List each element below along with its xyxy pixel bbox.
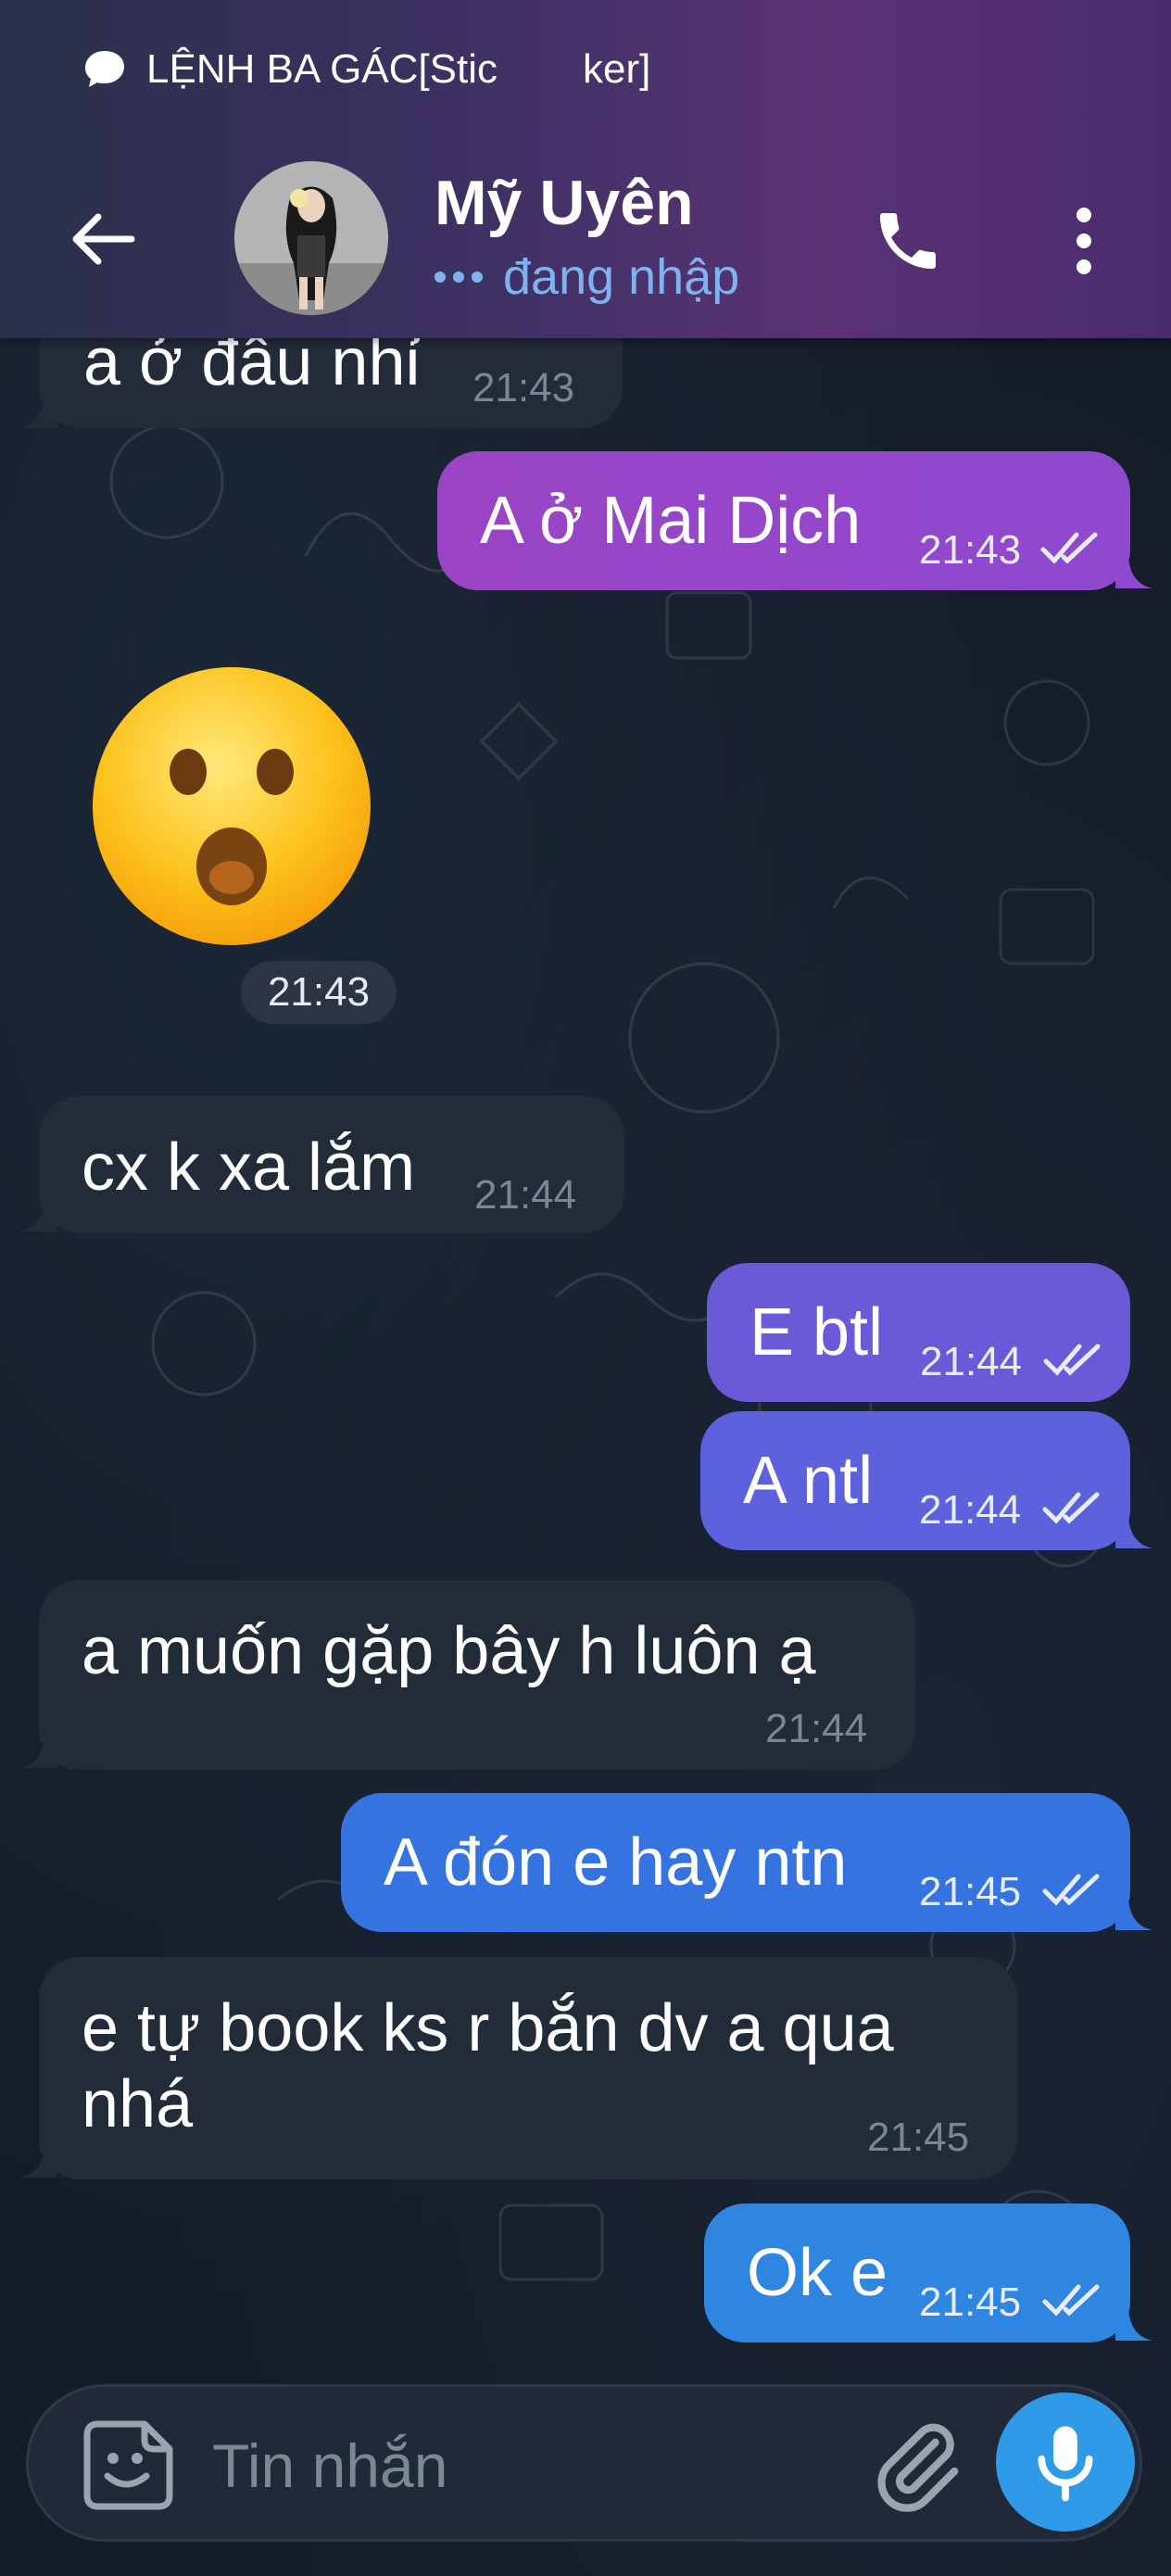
double-check-icon [1042,2284,1100,2317]
chat-header: LỆNH BA GÁC[Stic ker] Mỹ Uyên đang nhập [0,0,1171,338]
message-time: 21:44 [920,1339,1023,1384]
message-bubble-outgoing[interactable]: Ok e 21:45 [704,2203,1130,2342]
message-bubble-outgoing[interactable]: E btl 21:44 [707,1263,1130,1402]
emoji-sticker-button[interactable] [80,2417,177,2514]
notification-text-part-2: ker] [583,46,651,92]
message-bubble-incoming[interactable]: a muốn gặp bây h luôn ạ 21:44 [39,1580,915,1770]
double-check-icon [1040,532,1098,564]
message-time: 21:44 [474,1172,577,1218]
back-button[interactable] [61,202,145,276]
astonished-face-sticker[interactable] [88,663,375,950]
message-time: 21:44 [919,1487,1022,1533]
message-time: 21:44 [765,1706,868,1751]
double-check-icon [1042,1874,1100,1906]
contact-avatar[interactable] [234,161,388,315]
microphone-icon [1038,2426,1093,2502]
message-text-line-2: nhá [82,2067,194,2141]
message-text: a muốn gặp bây h luôn ạ [82,1614,816,1688]
bubble-tail [1115,2305,1152,2341]
bubble-tail [20,2142,57,2178]
chat-bubble-icon [85,51,124,87]
contact-status-text: đang nhập [503,249,740,305]
status-bar-notification: LỆNH BA GÁC[Stic ker] [82,37,650,102]
more-menu-button[interactable] [1047,195,1121,287]
double-check-icon [1043,1344,1101,1376]
message-bubble-incoming[interactable]: cx k xa lắm 21:44 [39,1096,624,1233]
notification-text-part-1: LỆNH BA GÁC[Stic [146,46,498,92]
double-check-icon [1042,1492,1100,1524]
avatar-photo [234,161,388,315]
phone-icon [880,213,936,269]
message-bubble-outgoing[interactable]: A ở Mai Dịch 21:43 [437,451,1130,590]
message-text-line-1: e tự book ks r bắn dv a qua [82,1991,894,2065]
bubble-tail [20,1733,57,1768]
contact-name[interactable]: Mỹ Uyên [434,167,694,239]
typing-dots-icon [434,271,483,283]
bubble-tail [1115,1895,1152,1930]
voice-record-button[interactable] [996,2393,1135,2532]
paperclip-icon [877,2423,959,2512]
call-button[interactable] [862,195,954,287]
message-composer [26,2384,1142,2542]
message-bubble-incoming[interactable]: e tự book ks r bắn dv a qua nhá 21:45 [39,1957,1017,2179]
contact-status: đang nhập [434,248,739,306]
message-bubble-outgoing[interactable]: A đón e hay ntn 21:45 [341,1793,1130,1932]
message-text: Ok e [747,2236,888,2310]
attach-button[interactable] [865,2415,967,2517]
bubble-tail [20,1196,57,1231]
message-text: A ntl [743,1444,874,1518]
message-text: A đón e hay ntn [384,1825,848,1900]
message-text: E btl [749,1295,884,1370]
message-text: A ở Mai Dịch [480,484,862,558]
more-vertical-icon [1077,208,1091,274]
message-time: 21:45 [919,2279,1022,2325]
message-input[interactable] [212,2419,842,2512]
bubble-tail [1115,1513,1152,1548]
message-text: cx k xa lắm [82,1130,416,1205]
sticker-time: 21:43 [241,961,397,1024]
arrow-left-icon [72,213,135,265]
bubble-tail [20,393,57,428]
message-time: 21:43 [472,365,575,410]
message-time: 21:45 [867,2115,970,2160]
sticker-smile-icon [83,2420,173,2510]
message-time: 21:45 [919,1869,1022,1914]
message-bubble-outgoing[interactable]: A ntl 21:44 [700,1411,1130,1550]
bubble-tail [1115,553,1152,588]
message-time: 21:43 [919,527,1022,573]
